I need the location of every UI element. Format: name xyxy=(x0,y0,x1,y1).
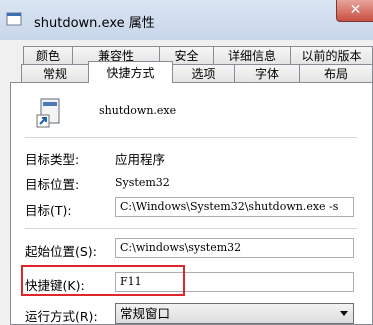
target-input[interactable]: C:\Windows\System32\shutdown.exe -s xyxy=(115,197,354,217)
run-mode-select[interactable]: 常规窗口 xyxy=(115,303,354,324)
window-title: shutdown.exe 属性 xyxy=(34,16,155,31)
tab-layout[interactable]: 布局 xyxy=(299,64,373,83)
tab-font[interactable]: 字体 xyxy=(234,64,300,83)
start-in-input[interactable]: C:\windows\system32 xyxy=(115,238,354,258)
tab-previous-versions[interactable]: 以前的版本 xyxy=(290,46,373,65)
target-label: 目标(T): xyxy=(25,203,72,218)
shortcut-name: shutdown.exe xyxy=(99,104,177,117)
title-bar: shutdown.exe 属性 ✕ xyxy=(0,0,373,40)
tab-options[interactable]: 选项 xyxy=(172,64,235,83)
separator xyxy=(25,137,357,138)
close-button[interactable]: ✕ xyxy=(336,0,373,22)
hotkey-highlight-box xyxy=(21,265,185,296)
run-label: 运行方式(R): xyxy=(25,309,98,324)
shortcut-file-icon xyxy=(36,98,60,128)
tab-general[interactable]: 常规 xyxy=(21,64,89,83)
run-mode-value: 常规窗口 xyxy=(120,306,171,321)
tab-details[interactable]: 详细信息 xyxy=(213,46,291,65)
target-type-label: 目标类型: xyxy=(25,152,80,167)
chevron-down-icon xyxy=(340,311,348,316)
close-icon: ✕ xyxy=(349,2,362,18)
tab-color[interactable]: 颜色 xyxy=(23,46,73,65)
application-icon xyxy=(6,12,22,26)
start-in-label: 起始位置(S): xyxy=(25,244,97,259)
tab-shortcut[interactable]: 快捷方式 xyxy=(88,61,173,83)
target-type-value: 应用程序 xyxy=(115,152,166,167)
target-location-label: 目标位置: xyxy=(25,177,80,192)
separator xyxy=(25,228,357,229)
target-location-value: System32 xyxy=(115,176,170,189)
